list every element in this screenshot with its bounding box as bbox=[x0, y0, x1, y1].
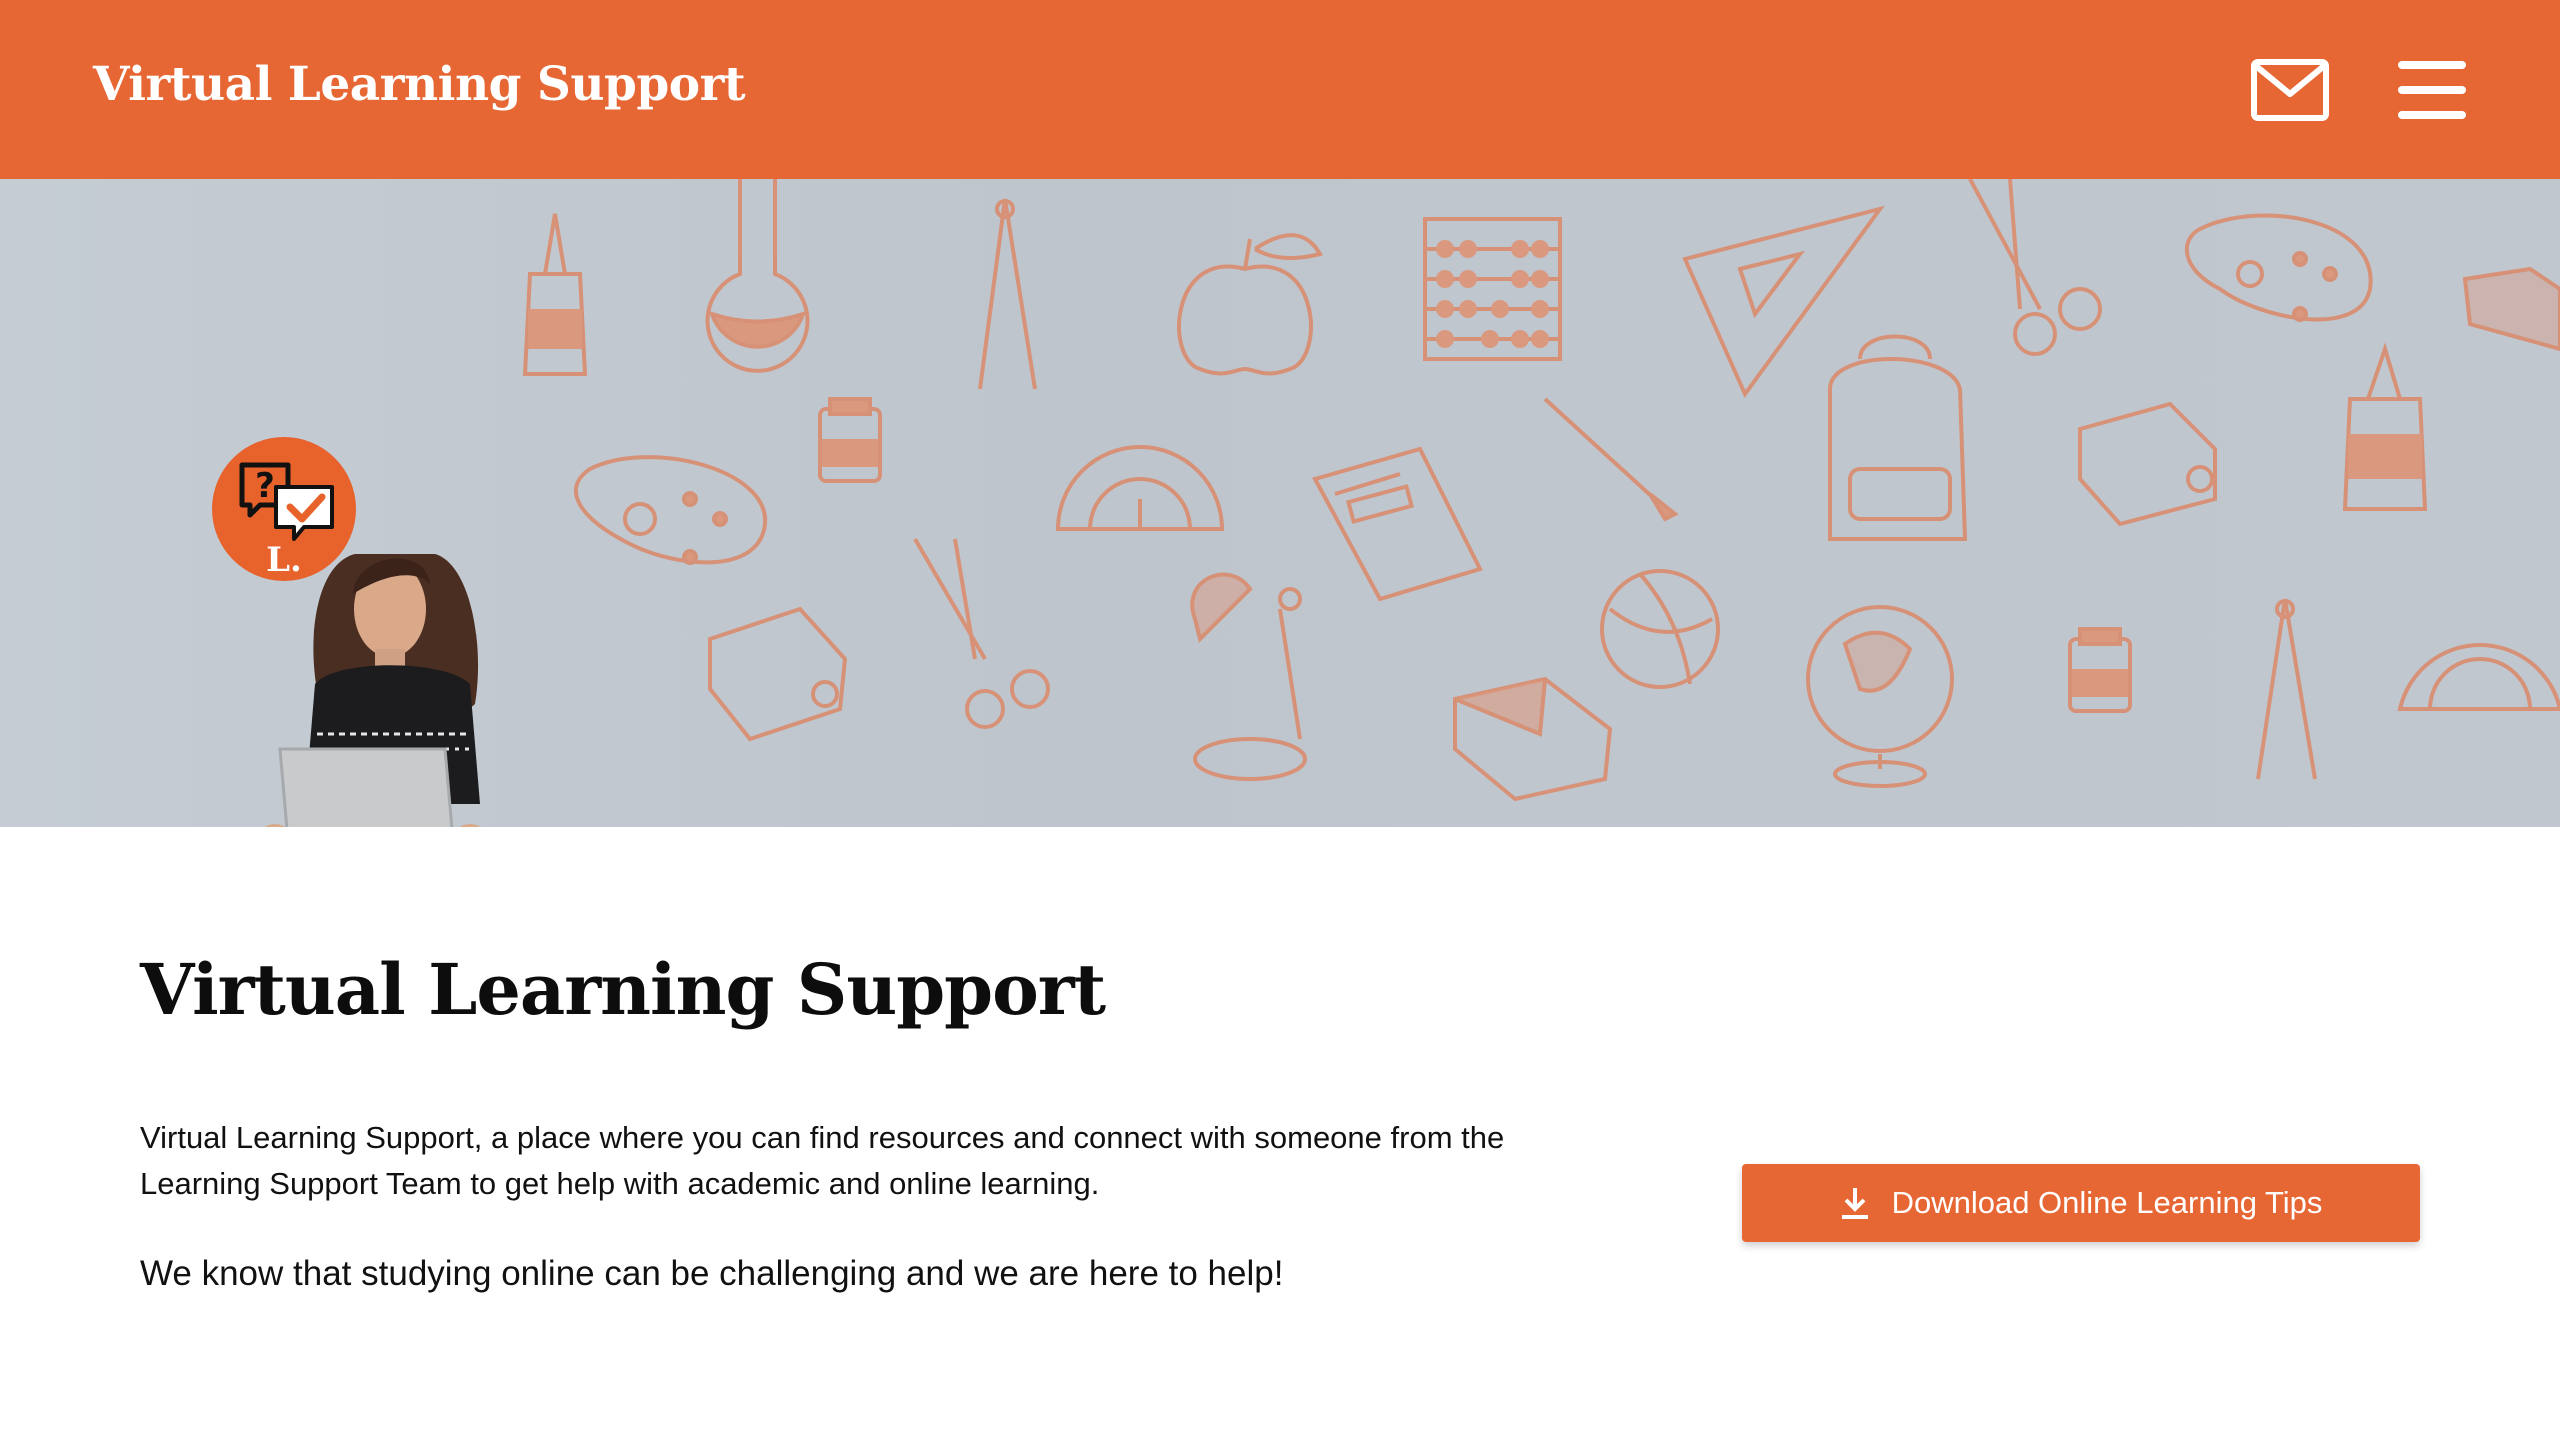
top-header-bar: Virtual Learning Support bbox=[0, 0, 2560, 179]
intro-paragraph: Virtual Learning Support, a place where … bbox=[140, 1120, 1505, 1201]
svg-text:?: ? bbox=[255, 466, 275, 506]
site-title[interactable]: Virtual Learning Support bbox=[93, 50, 746, 120]
download-icon bbox=[1841, 1188, 1868, 1219]
page-title: Virtual Learning Support bbox=[140, 948, 1106, 1031]
download-online-learning-tips-button[interactable]: Download Online Learning Tips bbox=[1742, 1164, 2420, 1242]
mail-icon[interactable] bbox=[2250, 56, 2330, 124]
download-button-label: Download Online Learning Tips bbox=[1891, 1185, 2323, 1220]
student-with-laptop bbox=[265, 554, 480, 827]
hamburger-menu-icon[interactable] bbox=[2396, 56, 2468, 124]
hero-banner: ? L. bbox=[0, 179, 2560, 827]
tagline-paragraph: We know that studying online can be chal… bbox=[140, 1254, 1284, 1293]
